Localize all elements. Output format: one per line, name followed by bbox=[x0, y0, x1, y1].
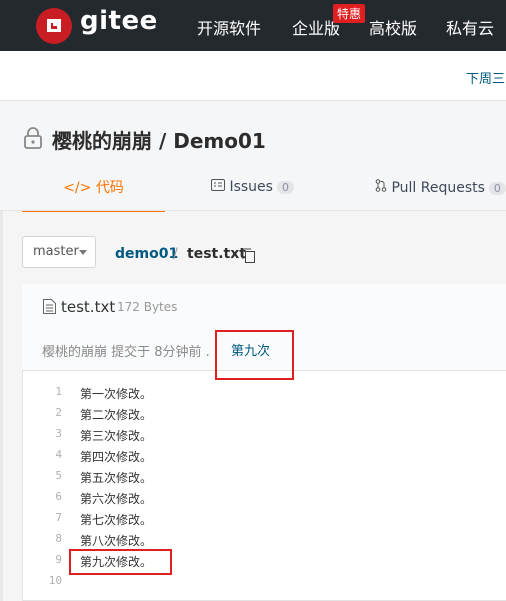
tabs-divider bbox=[0, 210, 506, 211]
tab-code[interactable]: </> 代码 bbox=[22, 168, 165, 212]
line-number[interactable]: 6 bbox=[22, 490, 62, 503]
line-number[interactable]: 4 bbox=[22, 448, 62, 461]
line-number[interactable]: 5 bbox=[22, 469, 62, 482]
lock-icon bbox=[23, 127, 43, 153]
pulls-count-badge: 0 bbox=[488, 182, 506, 195]
line-text: 第一次修改。 bbox=[80, 387, 153, 401]
nav-education[interactable]: 高校版 bbox=[369, 15, 417, 39]
line-text: 第八次修改。 bbox=[80, 534, 153, 548]
commit-info: 樱桃的崩崩 提交于 8分钟前 . bbox=[42, 345, 210, 360]
line-number[interactable]: 2 bbox=[22, 406, 62, 419]
tab-pull-requests[interactable]: Pull Requests 0 bbox=[375, 179, 506, 196]
line-text: 第三次修改。 bbox=[80, 429, 153, 443]
nav-open-source[interactable]: 开源软件 bbox=[197, 15, 261, 39]
issues-count-badge: 0 bbox=[276, 181, 294, 194]
gitee-logo-icon[interactable] bbox=[36, 8, 72, 44]
tab-issues-label: Issues bbox=[229, 179, 273, 195]
path-file-name: test.txt bbox=[187, 246, 246, 262]
line-text: 第七次修改。 bbox=[80, 513, 153, 527]
path-separator: / bbox=[173, 246, 178, 262]
line-text: 第四次修改。 bbox=[80, 450, 153, 464]
issues-icon bbox=[211, 179, 229, 195]
branch-select[interactable]: master bbox=[22, 236, 96, 268]
line-text: 第二次修改。 bbox=[80, 408, 153, 422]
line-number[interactable]: 10 bbox=[22, 574, 62, 587]
code-icon: </> bbox=[63, 180, 92, 196]
line-number[interactable]: 3 bbox=[22, 427, 62, 440]
tab-issues[interactable]: Issues 0 bbox=[211, 179, 294, 195]
highlight-box-commit bbox=[215, 330, 294, 380]
file-name: test.txt bbox=[61, 298, 116, 316]
nav-private-cloud[interactable]: 私有云 bbox=[446, 15, 494, 39]
line-text: 第六次修改。 bbox=[80, 492, 153, 506]
repo-title[interactable]: 樱桃的崩崩 / Demo01 bbox=[52, 125, 266, 154]
promo-banner: 下周三 bbox=[0, 51, 506, 101]
tab-pull-requests-label: Pull Requests bbox=[391, 180, 485, 196]
file-icon bbox=[43, 299, 56, 318]
promo-text[interactable]: 下周三 bbox=[466, 68, 505, 87]
brand-name[interactable]: gitee bbox=[80, 6, 158, 36]
file-size: 172 Bytes bbox=[117, 300, 178, 314]
line-number[interactable]: 1 bbox=[22, 385, 62, 398]
tab-code-label: 代码 bbox=[95, 180, 124, 196]
pull-request-icon bbox=[375, 179, 391, 196]
copy-icon[interactable] bbox=[242, 248, 255, 267]
top-navbar: gitee 开源软件 企业版 特惠 高校版 私有云 bbox=[0, 0, 506, 51]
branch-name: master bbox=[33, 244, 79, 259]
line-number[interactable]: 9 bbox=[22, 553, 62, 566]
chevron-down-icon bbox=[79, 250, 87, 255]
path-repo-link[interactable]: demo01 bbox=[115, 246, 178, 262]
line-text: 第九次修改。 bbox=[80, 555, 153, 569]
hot-badge: 特惠 bbox=[333, 4, 366, 23]
line-text: 第五次修改。 bbox=[80, 471, 153, 485]
line-number[interactable]: 8 bbox=[22, 532, 62, 545]
line-number[interactable]: 7 bbox=[22, 511, 62, 524]
